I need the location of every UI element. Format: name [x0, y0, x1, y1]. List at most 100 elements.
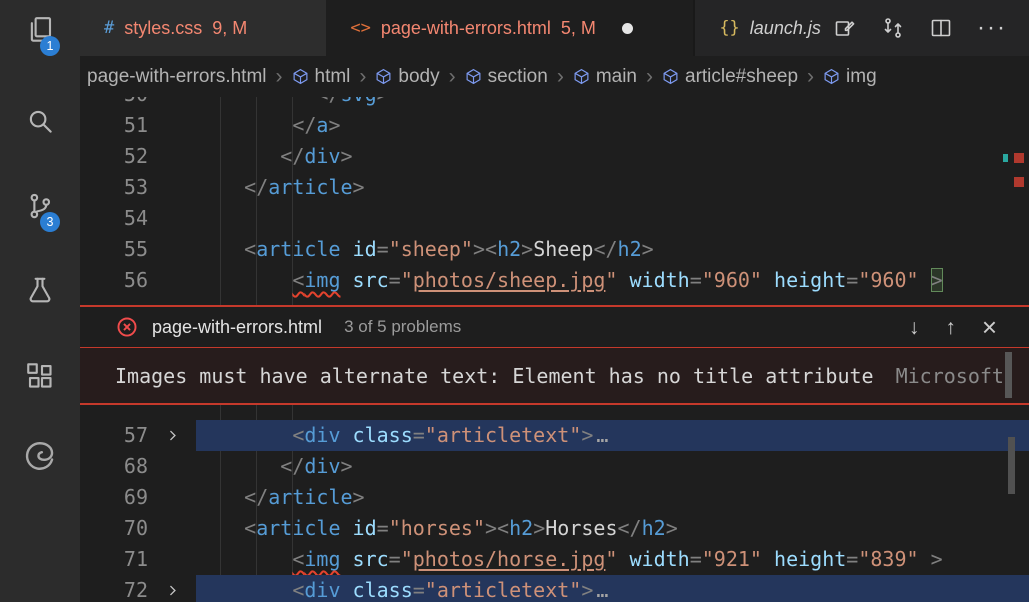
code-token: "960" [858, 268, 918, 292]
tab-page-with-errors[interactable]: <> page-with-errors.html 5, M [326, 0, 693, 56]
breadcrumb-label: body [398, 66, 439, 88]
code-row[interactable]: 70 <article id="horses"><h2>Horses</h2> [80, 513, 1029, 544]
open-changes-icon[interactable] [833, 16, 857, 40]
editor-pane-top[interactable]: 50 </svg>51 </a>52 </div>53 </article>54… [80, 97, 1029, 305]
code-token: > [341, 454, 353, 478]
code-token: > [521, 237, 533, 261]
breadcrumb-item[interactable]: img [823, 66, 877, 88]
code-row[interactable]: 56 <img src="photos/sheep.jpg" width="96… [80, 265, 1029, 296]
line-number: 71 [80, 544, 148, 575]
breadcrumb-item[interactable]: body [375, 66, 439, 88]
next-problem-icon[interactable]: ↓ [909, 317, 920, 338]
code-row[interactable]: 54 [80, 203, 1029, 234]
code-line[interactable]: <div class="articletext">… [196, 575, 1029, 602]
editor-pane-bottom[interactable]: 57 <div class="articletext">…68 </div>69… [80, 405, 1029, 602]
code-token: < [196, 578, 304, 602]
code-token: Sheep [533, 237, 593, 261]
code-row[interactable]: 53 </article> [80, 172, 1029, 203]
close-peek-icon[interactable]: × [982, 314, 997, 340]
code-token: </ [196, 144, 304, 168]
split-editor-icon[interactable] [929, 16, 953, 40]
tab-styles-css[interactable]: # styles.css 9, M [80, 0, 326, 56]
code-line[interactable]: <article id="sheep"><h2>Sheep</h2> [196, 234, 1029, 265]
code-row[interactable]: 50 </svg> [80, 97, 1029, 110]
breadcrumb-separator: › [276, 65, 283, 89]
search-icon[interactable] [12, 93, 68, 149]
code-line[interactable]: <img src="photos/horse.jpg" width="921" … [196, 544, 1029, 575]
code-line[interactable] [196, 203, 1029, 234]
code-token: = [389, 547, 401, 571]
code-token: >< [485, 516, 509, 540]
code-line[interactable]: <img src="photos/sheep.jpg" width="960" … [196, 265, 1029, 296]
previous-problem-icon[interactable]: ↑ [945, 317, 956, 338]
code-token: h2 [642, 516, 666, 540]
code-line[interactable]: </a> [196, 110, 1029, 141]
code-line[interactable]: </svg> [196, 97, 1029, 110]
file-link[interactable]: photos/horse.jpg [413, 547, 606, 571]
problems-peek-view: page-with-errors.html 3 of 5 problems ↓ … [80, 305, 1029, 405]
code-token: class [341, 423, 413, 447]
code-token: </ [618, 516, 642, 540]
fold-gutter [148, 544, 196, 575]
code-token: article [256, 516, 340, 540]
code-token: div [304, 454, 340, 478]
breadcrumb-item[interactable]: section [465, 66, 548, 88]
file-link[interactable]: photos/sheep.jpg [413, 268, 606, 292]
activity-bar: 1 3 [0, 0, 80, 602]
problem-message-row[interactable]: Images must have alternate text: Element… [80, 348, 1029, 403]
explorer-icon[interactable]: 1 [12, 2, 68, 58]
extensions-icon[interactable] [12, 348, 68, 404]
explorer-badge: 1 [40, 36, 60, 56]
code-row[interactable]: 52 </div> [80, 141, 1029, 172]
peek-scrollbar[interactable] [1005, 352, 1012, 398]
modified-dot[interactable] [622, 23, 633, 34]
source-control-icon[interactable]: 3 [12, 178, 68, 234]
code-row[interactable]: 57 <div class="articletext">… [80, 420, 1029, 451]
tab-problems-badge: 5, M [561, 18, 596, 39]
fold-chevron-icon[interactable] [148, 575, 196, 602]
fold-chevron-icon[interactable] [148, 420, 196, 451]
code-token: > [919, 547, 943, 571]
code-row[interactable]: 51 </a> [80, 110, 1029, 141]
code-line[interactable]: </article> [196, 482, 1029, 513]
tab-launch-json[interactable]: {} launch.js [693, 0, 833, 56]
peek-header: page-with-errors.html 3 of 5 problems ↓ … [80, 307, 1029, 348]
code-token: < [196, 516, 256, 540]
code-row[interactable]: 69 </article> [80, 482, 1029, 513]
code-line[interactable]: </div> [196, 141, 1029, 172]
code-token: < [196, 423, 304, 447]
editor-actions: ··· [833, 0, 1029, 56]
code-token: img [304, 268, 340, 292]
code-line[interactable]: </article> [196, 172, 1029, 203]
code-row[interactable]: 55 <article id="sheep"><h2>Sheep</h2> [80, 234, 1029, 265]
line-number: 68 [80, 451, 148, 482]
compare-changes-icon[interactable] [881, 16, 905, 40]
code-row[interactable]: 71 <img src="photos/horse.jpg" width="92… [80, 544, 1029, 575]
more-actions-icon[interactable]: ··· [977, 16, 1007, 40]
edge-browser-icon[interactable] [12, 428, 68, 484]
breadcrumb-item[interactable]: article#sheep [662, 66, 798, 88]
code-line[interactable]: <article id="horses"><h2>Horses</h2> [196, 513, 1029, 544]
code-token: "horses" [389, 516, 485, 540]
breadcrumb-item[interactable]: html [292, 66, 351, 88]
breadcrumb-label: page-with-errors.html [87, 66, 267, 88]
test-beaker-icon[interactable] [12, 262, 68, 318]
symbol-icon [375, 68, 392, 85]
code-token: </ [196, 175, 268, 199]
symbol-icon [465, 68, 482, 85]
code-token: "921" [702, 547, 762, 571]
code-row[interactable]: 68 </div> [80, 451, 1029, 482]
breadcrumb-item[interactable]: main [573, 66, 637, 88]
line-number: 69 [80, 482, 148, 513]
code-token: svg [341, 97, 377, 106]
code-line[interactable]: <div class="articletext">… [196, 420, 1029, 451]
code-token: height [762, 268, 846, 292]
code-token: > [328, 113, 340, 137]
code-row[interactable]: 72 <div class="articletext">… [80, 575, 1029, 602]
editor-scrollbar-thumb[interactable] [1008, 437, 1015, 494]
breadcrumb-item[interactable]: page-with-errors.html [87, 66, 267, 88]
code-line[interactable]: </div> [196, 451, 1029, 482]
html-file-icon: <> [350, 18, 370, 38]
code-token: = [413, 578, 425, 602]
code-token: … [593, 423, 611, 447]
